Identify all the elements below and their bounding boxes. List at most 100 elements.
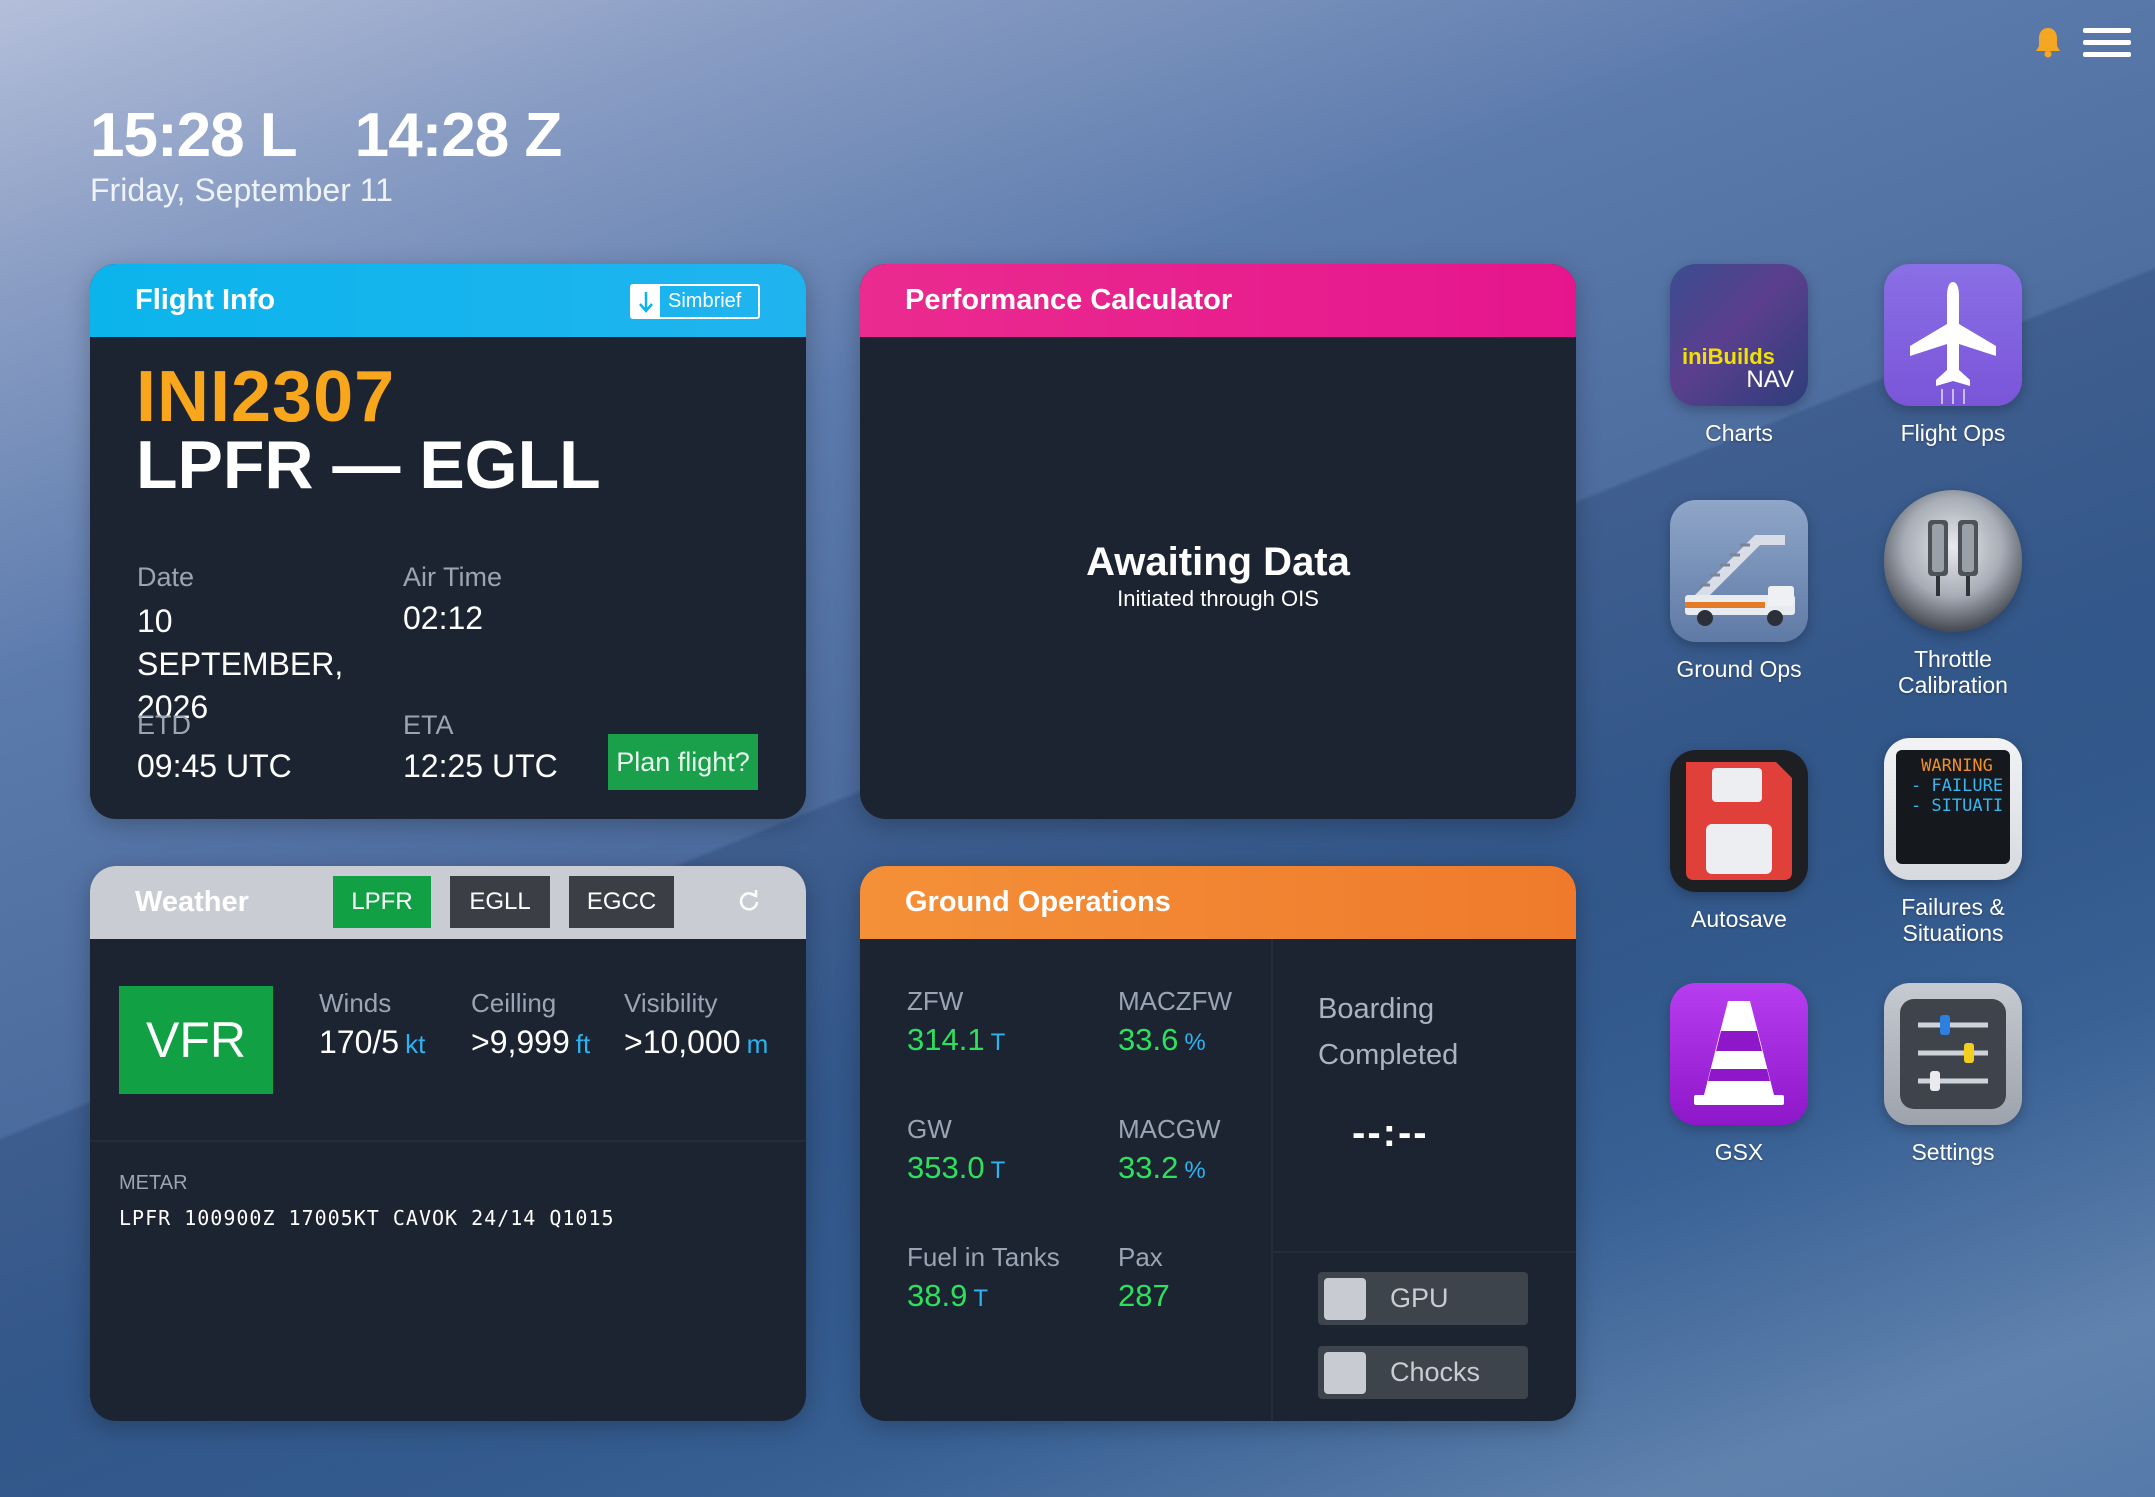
simbrief-label: Simbrief (668, 290, 742, 312)
airplane-icon (1884, 264, 2022, 406)
pax-label: Pax (1118, 1242, 1163, 1272)
download-icon (632, 286, 660, 317)
flight-info-title: Flight Info (135, 284, 276, 316)
failures-screen: WARNING - FAILURE - SITUATI (1896, 750, 2010, 864)
fuel-number: 38.9 (907, 1278, 968, 1313)
performance-header: Performance Calculator (860, 264, 1576, 337)
winds-number: 170/5 (319, 1024, 400, 1060)
eta-value: 12:25 UTC (403, 748, 558, 784)
winds-unit: kt (405, 1029, 426, 1059)
simbrief-button[interactable]: Simbrief (630, 284, 760, 319)
visibility-value: >10,000 m (624, 1024, 768, 1061)
airtime-value: 02:12 (403, 600, 484, 636)
zfw-value: 314.1 T (907, 1022, 1005, 1058)
date-label: Date (137, 562, 195, 592)
fuel-unit: T (973, 1285, 989, 1312)
maczfw-number: 33.6 (1118, 1022, 1179, 1057)
warning-screen-icon: WARNING - FAILURE - SITUATI (1884, 738, 2022, 880)
ceiling-unit: ft (575, 1029, 591, 1059)
weather-tab-egcc[interactable]: EGCC (569, 876, 674, 928)
throttle-lever-icon (1884, 490, 2022, 632)
failures-situations-label: Failures & Situations (1873, 894, 2033, 946)
charts-label: Charts (1705, 420, 1773, 446)
ground-ops-app-label: Ground Ops (1676, 656, 1802, 682)
refresh-icon[interactable] (736, 888, 762, 914)
zfw-number: 314.1 (907, 1022, 985, 1057)
boarding-time: --:-- (1352, 1111, 1429, 1155)
metar-text: LPFR 100900Z 17005KT CAVOK 24/14 Q1015 (119, 1206, 615, 1230)
plan-flight-button[interactable]: Plan flight? (608, 734, 758, 790)
etd-label: ETD (137, 710, 191, 740)
macgw-unit: % (1184, 1157, 1206, 1184)
gpu-label: GPU (1390, 1283, 1449, 1313)
hamburger-menu-icon[interactable] (2083, 28, 2131, 58)
boarding-status: Boarding Completed (1318, 986, 1458, 1078)
notification-bell-icon[interactable] (2033, 26, 2063, 58)
fuel-label: Fuel in Tanks (907, 1242, 1060, 1272)
local-time: 15:28 L (90, 101, 298, 170)
traffic-cone-icon (1670, 983, 1808, 1125)
gsx-label: GSX (1714, 1139, 1764, 1165)
zulu-time: 14:28 Z (354, 101, 563, 170)
app-flight-ops[interactable]: Flight Ops (1873, 264, 2033, 446)
failures-label-line2: Situations (1902, 920, 2004, 946)
divider (90, 1140, 806, 1142)
eta-label: ETA (403, 710, 454, 740)
app-charts[interactable]: iniBuilds NAV Charts (1659, 264, 1819, 446)
ceiling-value: >9,999 ft (471, 1024, 590, 1061)
fuel-value: 38.9 T (907, 1278, 988, 1314)
app-throttle-calibration[interactable]: Throttle Calibration (1873, 490, 2033, 698)
gw-label: GW (907, 1114, 952, 1144)
ground-ops-header: Ground Operations (860, 866, 1576, 939)
current-date: Friday, September 11 (90, 172, 393, 208)
boarding-status-line1: Boarding (1318, 993, 1435, 1025)
failures-label-line1: Failures & (1901, 894, 2005, 920)
etd-value: 09:45 UTC (137, 748, 292, 784)
screen-failure-text: - FAILURE (1910, 776, 2004, 796)
weather-header: Weather LPFR EGLL EGCC (90, 866, 806, 939)
app-ground-ops[interactable]: Ground Ops (1659, 500, 1819, 682)
clock: 15:28 L 14:28 Z (90, 100, 563, 171)
performance-calculator-card: Performance Calculator Awaiting Data Ini… (860, 264, 1576, 819)
maczfw-label: MACZFW (1118, 986, 1233, 1016)
macgw-label: MACGW (1118, 1114, 1221, 1144)
airtime-label: Air Time (403, 562, 503, 592)
gw-number: 353.0 (907, 1150, 985, 1185)
ground-operations-card: Ground Operations ZFW 314.1 T MACZFW 33.6… (860, 866, 1576, 1421)
chocks-toggle[interactable]: Chocks (1318, 1346, 1528, 1399)
app-autosave[interactable]: Autosave (1659, 750, 1819, 932)
toggle-knob (1324, 1277, 1366, 1320)
divider (1271, 1251, 1576, 1253)
chocks-label: Chocks (1390, 1357, 1481, 1387)
winds-label: Winds (319, 988, 392, 1018)
flight-rules-badge: VFR (119, 986, 273, 1094)
visibility-label: Visibility (624, 988, 718, 1018)
app-failures-situations[interactable]: WARNING - FAILURE - SITUATI Failures & S… (1873, 738, 2033, 946)
weather-tab-egll[interactable]: EGLL (450, 876, 550, 928)
app-gsx[interactable]: GSX (1659, 983, 1819, 1165)
route: LPFR — EGLL (136, 427, 601, 503)
macgw-value: 33.2% (1118, 1150, 1206, 1186)
weather-card: Weather LPFR EGLL EGCC VFR Winds 170/5 kt… (90, 866, 806, 1421)
app-settings[interactable]: Settings (1873, 983, 2033, 1165)
charts-app-icon: iniBuilds NAV (1670, 264, 1808, 406)
throttle-label-line2: Calibration (1898, 672, 2008, 698)
settings-label: Settings (1911, 1139, 1995, 1165)
ceiling-number: >9,999 (471, 1024, 570, 1060)
divider (1271, 939, 1273, 1421)
ceiling-label: Ceilling (471, 988, 557, 1018)
zfw-unit: T (990, 1029, 1006, 1056)
flight-ops-label: Flight Ops (1900, 420, 2006, 446)
awaiting-data-subtext: Initiated through OIS (1117, 586, 1319, 611)
weather-tab-lpfr[interactable]: LPFR (333, 876, 431, 928)
winds-value: 170/5 kt (319, 1024, 425, 1061)
weather-title: Weather (135, 886, 249, 918)
performance-title: Performance Calculator (905, 284, 1233, 316)
throttle-label-line1: Throttle (1914, 646, 1992, 672)
gpu-toggle[interactable]: GPU (1318, 1272, 1528, 1325)
screen-warning-text: WARNING (1921, 756, 1993, 776)
nav-logo-text: NAV (1746, 366, 1794, 393)
visibility-unit: m (746, 1029, 769, 1059)
pax-value: 287 (1118, 1278, 1170, 1313)
sliders-settings-icon (1884, 983, 2022, 1125)
